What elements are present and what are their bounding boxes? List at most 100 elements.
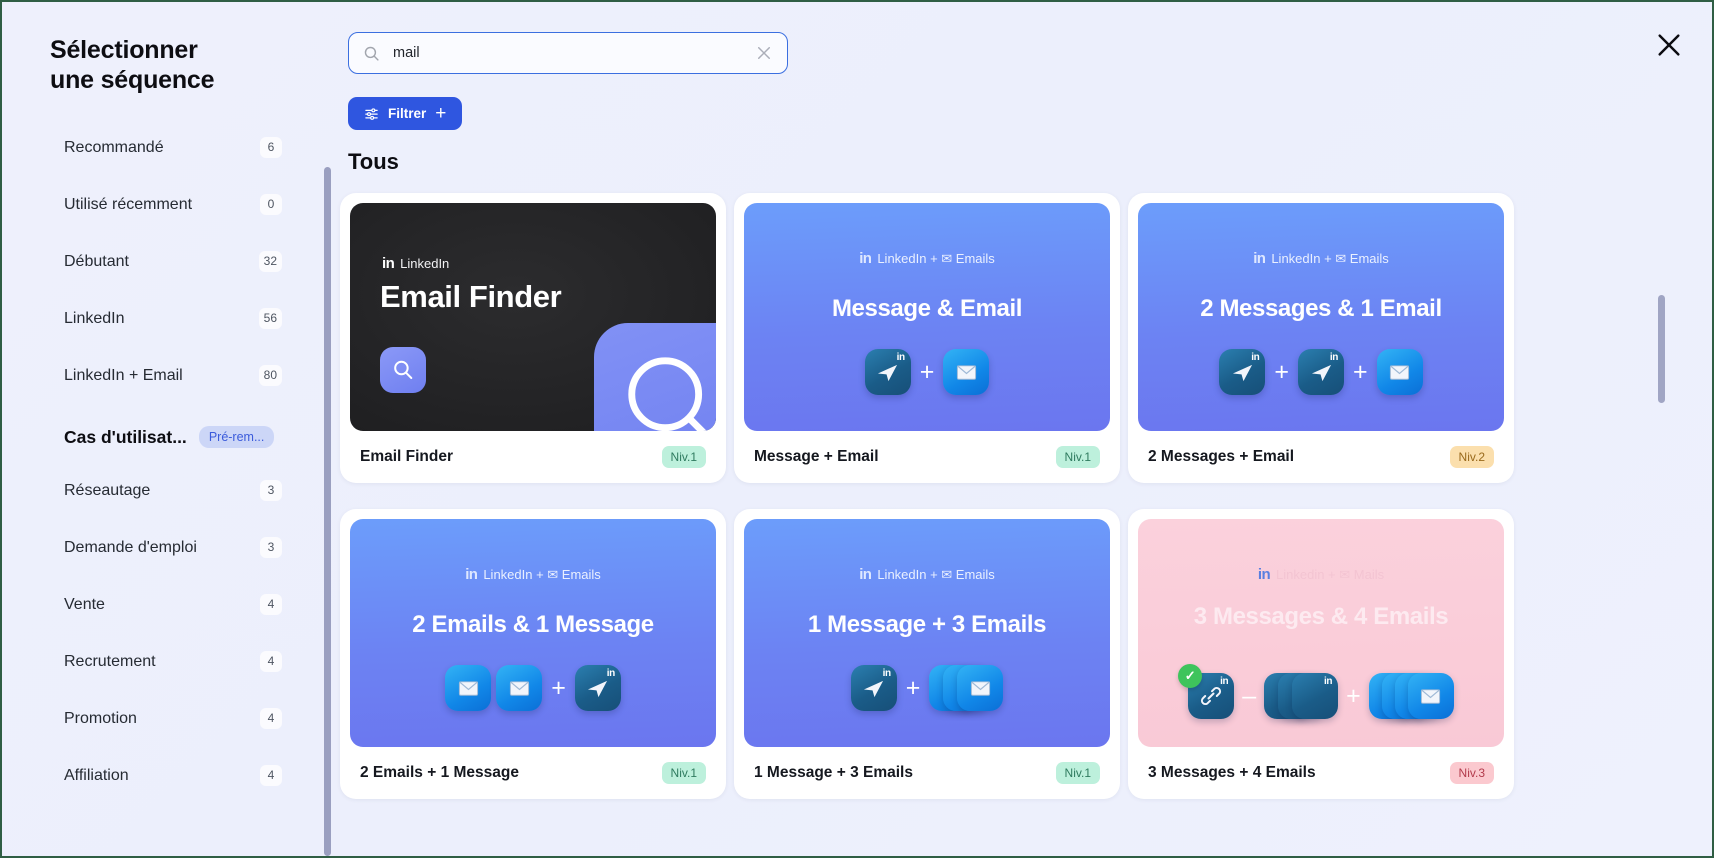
card-title: Email Finder — [360, 448, 454, 465]
sliders-icon — [364, 106, 379, 121]
status-badge: Pré-rem... — [198, 426, 275, 448]
card-title: 2 Emails + 1 Message — [360, 764, 519, 781]
sidebar-item-count: 80 — [258, 365, 282, 386]
linkedin-icon: in — [859, 250, 872, 267]
level-badge: Niv.3 — [1449, 762, 1494, 784]
magnifier-app-icon — [380, 347, 426, 393]
sidebar-scrollbar[interactable] — [324, 167, 331, 856]
card-brand: in LinkedIn + ✉ Emails — [744, 566, 1110, 583]
sequence-card[interactable]: in LinkedIn + ✉ Emails 1 Message + 3 Ema… — [734, 509, 1120, 799]
sidebar-item-label: Promotion — [64, 709, 137, 727]
card-thumbnail: in LinkedIn + ✉ Emails 2 Messages & 1 Em… — [1138, 203, 1504, 431]
card-brand-label: LinkedIn — [400, 256, 450, 271]
email-icon — [496, 665, 543, 711]
card-thumb-title: 2 Emails & 1 Message — [412, 611, 654, 638]
sidebar-item-linkedin[interactable]: LinkedIn 56 — [2, 300, 316, 337]
level-badge: Niv.1 — [1055, 762, 1100, 784]
sidebar-item-linkedin-email[interactable]: LinkedIn + Email 80 — [2, 357, 316, 394]
card-title: 2 Messages + Email — [1148, 448, 1295, 465]
sequence-card[interactable]: in LinkedIn Email Finder Email Finder Ni… — [340, 193, 726, 483]
linkedin-message-icon: in — [1298, 349, 1344, 395]
linkedin-connect-icon: ✓ in — [1178, 664, 1235, 719]
sequence-card[interactable]: in LinkedIn + ✉ Emails 2 Emails & 1 Mess… — [340, 509, 726, 799]
in-badge-icon: in — [1324, 676, 1333, 687]
linkedin-message-icon: in — [574, 665, 621, 711]
email-icon-stack — [1368, 673, 1454, 719]
search-input[interactable] — [393, 45, 755, 61]
sidebar-item-count: 0 — [260, 194, 282, 215]
sidebar-item-count: 56 — [258, 308, 282, 329]
card-thumbnail: in LinkedIn + ✉ Emails 2 Emails & 1 Mess… — [350, 519, 716, 747]
sidebar-item-count: 3 — [260, 537, 282, 558]
sidebar-item-demande-emploi[interactable]: Demande d'emploi 3 — [2, 529, 316, 566]
in-badge-icon: in — [882, 668, 891, 679]
sidebar-item-label: LinkedIn + Email — [64, 366, 183, 384]
plus-icon: + — [919, 357, 935, 386]
sidebar-scrollbar-thumb[interactable] — [324, 167, 331, 856]
close-button[interactable] — [1652, 28, 1686, 62]
sidebar-item-utilise-recemment[interactable]: Utilisé récemment 0 — [2, 186, 316, 223]
card-footer: 1 Message + 3 Emails Niv.1 — [744, 747, 1110, 799]
sidebar-item-label: Débutant — [64, 252, 129, 270]
sidebar-section-use-cases: Cas d'utilisat... Pré-rem... — [2, 420, 316, 454]
sequence-card[interactable]: in LinkedIn + ✉ Emails Message & Email i… — [734, 193, 1120, 483]
in-badge-icon: in — [896, 352, 905, 363]
sidebar-item-count: 32 — [258, 251, 282, 272]
sidebar-item-recommande[interactable]: Recommandé 6 — [2, 129, 316, 166]
sidebar-nav: Recommandé 6 Utilisé récemment 0 Débutan… — [2, 129, 332, 794]
sequence-card[interactable]: in LinkedIn + ✉ Emails 2 Messages & 1 Em… — [1128, 193, 1514, 483]
sidebar-item-label: Recommandé — [64, 138, 164, 156]
card-title: Message + Email — [754, 448, 879, 465]
sidebar-item-recrutement[interactable]: Recrutement 4 — [2, 643, 316, 680]
card-brand-label: LinkedIn + ✉ Emails — [877, 566, 995, 582]
search-icon — [363, 45, 380, 62]
page-title: Sélectionner une séquence — [50, 36, 215, 94]
linkedin-message-icon: in — [864, 349, 911, 395]
card-brand: in LinkedIn + ✉ Emails — [744, 250, 1110, 267]
plus-icon: + — [435, 103, 447, 124]
card-brand: in LinkedIn + ✉ Emails — [1138, 250, 1504, 267]
sequence-card-grid: in LinkedIn Email Finder Email Finder Ni… — [340, 193, 1650, 799]
sidebar-item-reseautage[interactable]: Réseautage 3 — [2, 472, 316, 509]
sidebar-item-count: 4 — [260, 594, 282, 615]
in-badge-icon: in — [1329, 352, 1338, 363]
card-brand: in LinkedIn — [382, 255, 449, 272]
sidebar: Sélectionner une séquence Recommandé 6 U… — [2, 2, 332, 856]
card-brand: in LinkedIn + ✉ Emails — [350, 566, 716, 583]
main-content: Filtrer + Tous in LinkedIn Email Finder — [332, 2, 1712, 856]
dash-icon: – — [1242, 681, 1257, 710]
linkedin-icon: in — [465, 566, 478, 583]
level-badge: Niv.1 — [661, 762, 706, 784]
sidebar-item-debutant[interactable]: Débutant 32 — [2, 243, 316, 280]
card-thumbnail: in LinkedIn + ✉ Emails 1 Message + 3 Ema… — [744, 519, 1110, 747]
linkedin-icon-stack: in in in — [1264, 673, 1339, 719]
plus-icon: + — [1353, 357, 1368, 386]
linkedin-message-icon: in — [1219, 349, 1266, 395]
card-title: 1 Message + 3 Emails — [754, 764, 913, 781]
close-icon[interactable] — [755, 44, 773, 62]
in-badge-icon: in — [606, 668, 615, 679]
sidebar-item-vente[interactable]: Vente 4 — [2, 586, 316, 623]
search-box[interactable] — [348, 32, 788, 74]
linkedin-icon: in — [859, 566, 872, 583]
sidebar-item-label: Réseautage — [64, 481, 151, 499]
card-footer: Message + Email Niv.1 — [744, 431, 1110, 483]
main-scrollbar-thumb[interactable] — [1658, 295, 1665, 403]
sidebar-item-affiliation[interactable]: Affiliation 4 — [2, 757, 316, 794]
card-thumb-title: 3 Messages & 4 Emails — [1193, 603, 1449, 630]
sidebar-item-label: LinkedIn — [64, 309, 125, 327]
sequence-picker-modal: Sélectionner une séquence Recommandé 6 U… — [0, 0, 1714, 858]
card-thumb-title: Message & Email — [831, 295, 1023, 322]
sidebar-item-label: Utilisé récemment — [64, 195, 193, 213]
card-thumb-title: Email Finder — [380, 279, 562, 314]
card-step-icons: ✓ in – in + — [1138, 664, 1504, 719]
card-step-icons: in + — [744, 349, 1110, 395]
card-brand-label: LinkedIn + ✉ Emails — [1271, 250, 1389, 266]
card-footer: Email Finder Niv.1 — [350, 431, 716, 483]
card-thumb-title: 2 Messages & 1 Email — [1200, 295, 1442, 322]
sidebar-item-promotion[interactable]: Promotion 4 — [2, 700, 316, 737]
filter-button[interactable]: Filtrer + — [348, 97, 463, 130]
level-badge: Niv.1 — [1055, 446, 1100, 468]
in-badge-icon: in — [1220, 676, 1229, 687]
sequence-card[interactable]: in Linkedin + ✉ Mails 3 Messages & 4 Ema… — [1128, 509, 1514, 799]
